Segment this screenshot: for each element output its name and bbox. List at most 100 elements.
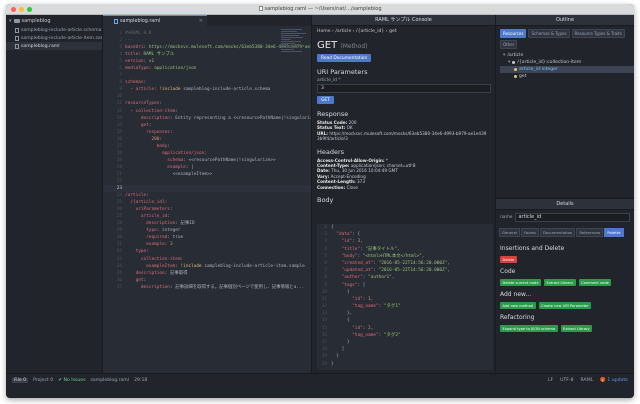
- name-field-row: name article_id: [496, 210, 634, 225]
- body-token: "body": [341, 253, 358, 259]
- details-tab[interactable]: Palette: [604, 228, 624, 237]
- tab-sampleblog-raml[interactable]: sampleblog.raml ×: [103, 15, 207, 26]
- status-project[interactable]: Project 0: [33, 378, 53, 383]
- details-tab[interactable]: Documentation: [540, 228, 576, 237]
- file-icon: [114, 18, 118, 24]
- line-number: 34: [116, 263, 122, 269]
- outline-node[interactable]: article_id:integer: [500, 66, 634, 73]
- code-line: 5 version: v1: [103, 58, 311, 65]
- code-line: 1 #%RAML 0.8: [103, 30, 311, 37]
- outline-toggle[interactable]: Resources: [500, 29, 527, 38]
- outline-tree: ▾/article ▾/{article_id}:collection-item a…: [496, 52, 634, 80]
- details-tab[interactable]: General: [499, 228, 520, 237]
- line-number: 12: [321, 304, 327, 310]
- body-token: }: [331, 340, 350, 345]
- body-text: "tags": [: [331, 282, 366, 289]
- outline-node[interactable]: ▾/article: [500, 52, 634, 59]
- body-token: [331, 239, 342, 244]
- code-line: 36 get:: [103, 277, 311, 284]
- palette-section-title: Insertions and Delete: [500, 245, 565, 252]
- palette-action-button[interactable]: Add new method: [500, 302, 536, 309]
- code-editor[interactable]: 1 #%RAML 0.8 2 --- 3 baseUri: https://mocksvc…: [103, 30, 311, 370]
- article-id-input[interactable]: 3: [317, 84, 491, 93]
- code-line: 3 baseUri: https://mocksvc.mulesoft.com/m…: [103, 44, 311, 51]
- outline-toggle[interactable]: Resource Types & Traits: [571, 29, 625, 38]
- status-filename[interactable]: sampleblog.raml: [91, 378, 130, 383]
- line-number: 17: [116, 143, 122, 149]
- code-token: exampleItem: [146, 263, 176, 269]
- grammar-selector[interactable]: RAML: [581, 378, 594, 383]
- code-token: collection-item: [135, 108, 176, 114]
- code-line: 22: [103, 178, 311, 185]
- palette-action-button[interactable]: Extract Library: [544, 279, 576, 286]
- body-token: : [: [357, 282, 366, 288]
- line-number: 10: [321, 289, 327, 295]
- code-token: description: [140, 284, 170, 290]
- get-button[interactable]: GET: [317, 96, 334, 104]
- palette-action-button[interactable]: Extract Library: [560, 325, 593, 332]
- header-row: Connection: Close: [317, 185, 490, 190]
- name-input[interactable]: article_id: [515, 213, 630, 222]
- palette-actions: Expand type to JSON schema Extract Librar…: [496, 321, 634, 332]
- header-value: Thu, 30 Jun 2016 10:04:49 GMT: [331, 168, 398, 174]
- body-token: }: [331, 361, 334, 367]
- line-number: 4: [324, 246, 327, 252]
- update-indicator[interactable]: 🎁 1 update: [600, 378, 628, 383]
- encoding[interactable]: UTF-8: [560, 378, 573, 383]
- update-label: 1 update: [607, 378, 628, 383]
- code-line: 6 mediaType: application/json: [103, 65, 311, 72]
- code-line: 23: [103, 185, 311, 193]
- code-token: mediaType: [125, 66, 149, 72]
- palette-action-button[interactable]: Comment node: [578, 279, 612, 286]
- line-number: 5: [119, 59, 122, 65]
- code-line: 8 schemas:: [103, 79, 311, 86]
- read-documentation-button[interactable]: Read Documentation: [317, 54, 372, 62]
- body-token: "data": [336, 232, 353, 238]
- palette-action-button[interactable]: Create new URI Parameter: [538, 302, 592, 309]
- code-line: 28 description: 記事ID: [103, 220, 311, 227]
- outline-toggle[interactable]: Schemas & Types: [528, 29, 570, 38]
- tree-item[interactable]: sampleblog-include-article.schema: [6, 26, 102, 34]
- line-ending[interactable]: LF: [548, 378, 553, 383]
- outline-node[interactable]: get: [500, 73, 634, 80]
- outline-node[interactable]: ▾ /{article_id}:collection-item: [500, 59, 634, 66]
- palette-action-button[interactable]: Delete: [500, 256, 517, 263]
- body-text: }: [331, 361, 334, 368]
- code-line: 11 resourceTypes:: [103, 100, 311, 107]
- body-token: [331, 304, 352, 309]
- outline-node-label: get: [519, 74, 527, 79]
- status-file[interactable]: File 0: [12, 378, 29, 383]
- close-icon[interactable]: ×: [199, 18, 203, 24]
- code-token: :: [167, 143, 170, 149]
- outline-toggle[interactable]: Other: [500, 40, 518, 49]
- code-text: example: 3: [125, 241, 172, 248]
- code-text: mediaType: application/json: [125, 65, 196, 72]
- code-text: article_id:: [125, 213, 170, 220]
- header-value: Close: [346, 184, 358, 190]
- cursor-position[interactable]: 29:18: [134, 378, 147, 383]
- minimap[interactable]: [281, 29, 307, 59]
- bullet-icon: [512, 61, 516, 64]
- tree-project-root[interactable]: ▾ sampleblog: [6, 15, 102, 26]
- line-number: 8: [324, 275, 327, 281]
- details-tab[interactable]: References: [576, 228, 604, 237]
- details-tab[interactable]: Facets: [520, 228, 540, 237]
- body-token: "2016-05-22T14:56:20.000Z": [378, 268, 448, 274]
- body-line: 14 {: [317, 317, 493, 324]
- palette-action-button[interactable]: Expand type to JSON schema: [500, 325, 558, 332]
- code-line: 37 description: 記事詳細を取得する。記事個別ページで使用し、記事…: [103, 284, 311, 291]
- line-number: 7: [119, 73, 122, 79]
- palette-action-button[interactable]: Delete current node: [500, 279, 542, 286]
- tree-item[interactable]: sampleblog.raml: [6, 42, 102, 50]
- line-number: 30: [116, 235, 122, 241]
- code-token: :: [159, 101, 163, 107]
- tree-item-label: sampleblog-include-article.schema: [21, 27, 102, 33]
- body-token: "<html>HTML本文</html>": [362, 253, 422, 259]
- body-token: : {: [352, 232, 361, 238]
- tree-item[interactable]: sampleblog-include-article-item.sample: [6, 34, 102, 42]
- code-token: article_id: [140, 214, 168, 220]
- no-issues-indicator[interactable]: ✔ No Issues: [58, 378, 85, 383]
